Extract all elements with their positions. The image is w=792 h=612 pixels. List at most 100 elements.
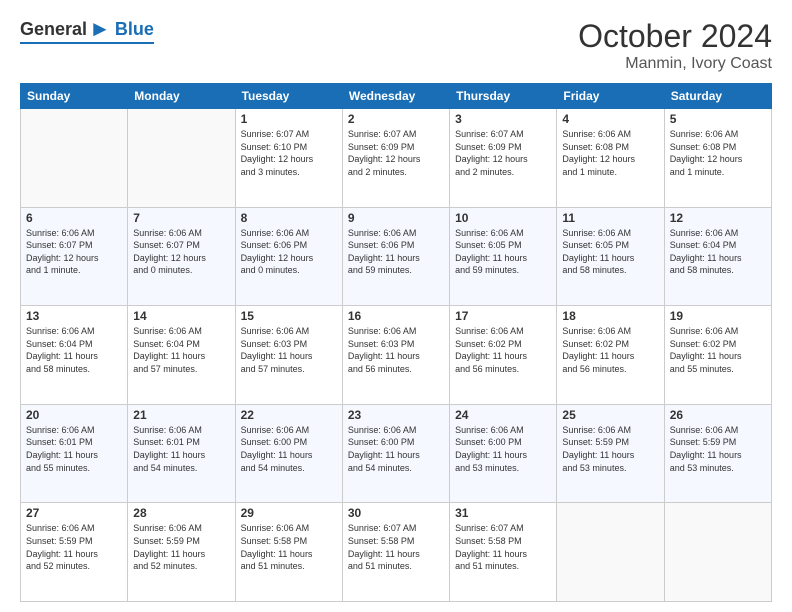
day-info-26: Sunrise: 6:06 AM Sunset: 5:59 PM Dayligh…: [670, 424, 766, 474]
calendar-cell-4-0: 27 Sunrise: 6:06 AM Sunset: 5:59 PM Dayli…: [21, 503, 128, 602]
day-number-11: 11: [562, 211, 658, 225]
day-number-13: 13: [26, 309, 122, 323]
day-info-6: Sunrise: 6:06 AM Sunset: 6:07 PM Dayligh…: [26, 227, 122, 277]
day-info-3: Sunrise: 6:07 AM Sunset: 6:09 PM Dayligh…: [455, 128, 551, 178]
day-info-15: Sunrise: 6:06 AM Sunset: 6:03 PM Dayligh…: [241, 325, 337, 375]
day-info-22: Sunrise: 6:06 AM Sunset: 6:00 PM Dayligh…: [241, 424, 337, 474]
calendar-cell-2-1: 14 Sunrise: 6:06 AM Sunset: 6:04 PM Dayli…: [128, 306, 235, 405]
day-info-14: Sunrise: 6:06 AM Sunset: 6:04 PM Dayligh…: [133, 325, 229, 375]
header-thursday: Thursday: [450, 84, 557, 109]
day-info-23: Sunrise: 6:06 AM Sunset: 6:00 PM Dayligh…: [348, 424, 444, 474]
logo-underline: [20, 42, 154, 44]
day-info-24: Sunrise: 6:06 AM Sunset: 6:00 PM Dayligh…: [455, 424, 551, 474]
day-info-27: Sunrise: 6:06 AM Sunset: 5:59 PM Dayligh…: [26, 522, 122, 572]
week-row-3: 13 Sunrise: 6:06 AM Sunset: 6:04 PM Dayli…: [21, 306, 772, 405]
calendar-cell-1-0: 6 Sunrise: 6:06 AM Sunset: 6:07 PM Daylig…: [21, 207, 128, 306]
day-info-4: Sunrise: 6:06 AM Sunset: 6:08 PM Dayligh…: [562, 128, 658, 178]
day-number-28: 28: [133, 506, 229, 520]
page: General ► Blue October 2024 Manmin, Ivor…: [0, 0, 792, 612]
day-info-28: Sunrise: 6:06 AM Sunset: 5:59 PM Dayligh…: [133, 522, 229, 572]
calendar-cell-0-4: 3 Sunrise: 6:07 AM Sunset: 6:09 PM Daylig…: [450, 109, 557, 208]
day-info-19: Sunrise: 6:06 AM Sunset: 6:02 PM Dayligh…: [670, 325, 766, 375]
day-info-18: Sunrise: 6:06 AM Sunset: 6:02 PM Dayligh…: [562, 325, 658, 375]
header-tuesday: Tuesday: [235, 84, 342, 109]
day-info-25: Sunrise: 6:06 AM Sunset: 5:59 PM Dayligh…: [562, 424, 658, 474]
day-number-15: 15: [241, 309, 337, 323]
day-number-22: 22: [241, 408, 337, 422]
day-number-21: 21: [133, 408, 229, 422]
calendar-cell-1-5: 11 Sunrise: 6:06 AM Sunset: 6:05 PM Dayli…: [557, 207, 664, 306]
calendar-cell-4-1: 28 Sunrise: 6:06 AM Sunset: 5:59 PM Dayli…: [128, 503, 235, 602]
day-number-23: 23: [348, 408, 444, 422]
calendar-cell-2-3: 16 Sunrise: 6:06 AM Sunset: 6:03 PM Dayli…: [342, 306, 449, 405]
day-number-18: 18: [562, 309, 658, 323]
day-number-29: 29: [241, 506, 337, 520]
calendar-cell-2-5: 18 Sunrise: 6:06 AM Sunset: 6:02 PM Dayli…: [557, 306, 664, 405]
calendar-cell-0-1: [128, 109, 235, 208]
title-block: October 2024 Manmin, Ivory Coast: [578, 18, 772, 73]
header-saturday: Saturday: [664, 84, 771, 109]
day-info-12: Sunrise: 6:06 AM Sunset: 6:04 PM Dayligh…: [670, 227, 766, 277]
day-number-7: 7: [133, 211, 229, 225]
day-number-27: 27: [26, 506, 122, 520]
day-number-30: 30: [348, 506, 444, 520]
day-number-16: 16: [348, 309, 444, 323]
day-number-6: 6: [26, 211, 122, 225]
day-number-3: 3: [455, 112, 551, 126]
day-number-26: 26: [670, 408, 766, 422]
day-number-4: 4: [562, 112, 658, 126]
location-text: Manmin, Ivory Coast: [578, 55, 772, 73]
day-info-29: Sunrise: 6:06 AM Sunset: 5:58 PM Dayligh…: [241, 522, 337, 572]
calendar-cell-3-1: 21 Sunrise: 6:06 AM Sunset: 6:01 PM Dayli…: [128, 404, 235, 503]
header: General ► Blue October 2024 Manmin, Ivor…: [20, 18, 772, 73]
day-number-1: 1: [241, 112, 337, 126]
calendar-cell-0-6: 5Sunrise: 6:06 AM Sunset: 6:08 PM Daylig…: [664, 109, 771, 208]
weekday-header-row: Sunday Monday Tuesday Wednesday Thursday…: [21, 84, 772, 109]
calendar-cell-1-3: 9 Sunrise: 6:06 AM Sunset: 6:06 PM Daylig…: [342, 207, 449, 306]
calendar-cell-1-2: 8 Sunrise: 6:06 AM Sunset: 6:06 PM Daylig…: [235, 207, 342, 306]
day-info-30: Sunrise: 6:07 AM Sunset: 5:58 PM Dayligh…: [348, 522, 444, 572]
day-number-12: 12: [670, 211, 766, 225]
day-number-8: 8: [241, 211, 337, 225]
week-row-5: 27 Sunrise: 6:06 AM Sunset: 5:59 PM Dayli…: [21, 503, 772, 602]
calendar-cell-4-2: 29 Sunrise: 6:06 AM Sunset: 5:58 PM Dayli…: [235, 503, 342, 602]
calendar-cell-1-6: 12 Sunrise: 6:06 AM Sunset: 6:04 PM Dayli…: [664, 207, 771, 306]
day-number-24: 24: [455, 408, 551, 422]
calendar-cell-1-4: 10 Sunrise: 6:06 AM Sunset: 6:05 PM Dayli…: [450, 207, 557, 306]
calendar-cell-3-6: 26 Sunrise: 6:06 AM Sunset: 5:59 PM Dayli…: [664, 404, 771, 503]
day-info-13: Sunrise: 6:06 AM Sunset: 6:04 PM Dayligh…: [26, 325, 122, 375]
day-info-11: Sunrise: 6:06 AM Sunset: 6:05 PM Dayligh…: [562, 227, 658, 277]
day-info-8: Sunrise: 6:06 AM Sunset: 6:06 PM Dayligh…: [241, 227, 337, 277]
week-row-1: 1 Sunrise: 6:07 AM Sunset: 6:10 PM Daylig…: [21, 109, 772, 208]
week-row-4: 20 Sunrise: 6:06 AM Sunset: 6:01 PM Dayli…: [21, 404, 772, 503]
day-number-5: 5: [670, 112, 766, 126]
day-info-17: Sunrise: 6:06 AM Sunset: 6:02 PM Dayligh…: [455, 325, 551, 375]
day-info-10: Sunrise: 6:06 AM Sunset: 6:05 PM Dayligh…: [455, 227, 551, 277]
day-number-14: 14: [133, 309, 229, 323]
calendar-cell-2-6: 19Sunrise: 6:06 AM Sunset: 6:02 PM Dayli…: [664, 306, 771, 405]
calendar-table: Sunday Monday Tuesday Wednesday Thursday…: [20, 83, 772, 602]
calendar-cell-4-5: [557, 503, 664, 602]
calendar-cell-3-5: 25 Sunrise: 6:06 AM Sunset: 5:59 PM Dayli…: [557, 404, 664, 503]
day-number-9: 9: [348, 211, 444, 225]
day-number-10: 10: [455, 211, 551, 225]
day-info-20: Sunrise: 6:06 AM Sunset: 6:01 PM Dayligh…: [26, 424, 122, 474]
day-info-1: Sunrise: 6:07 AM Sunset: 6:10 PM Dayligh…: [241, 128, 337, 178]
day-number-17: 17: [455, 309, 551, 323]
calendar-cell-3-0: 20 Sunrise: 6:06 AM Sunset: 6:01 PM Dayli…: [21, 404, 128, 503]
calendar-cell-0-2: 1 Sunrise: 6:07 AM Sunset: 6:10 PM Daylig…: [235, 109, 342, 208]
logo-general-text: General: [20, 19, 87, 40]
header-monday: Monday: [128, 84, 235, 109]
day-number-25: 25: [562, 408, 658, 422]
day-info-21: Sunrise: 6:06 AM Sunset: 6:01 PM Dayligh…: [133, 424, 229, 474]
day-info-9: Sunrise: 6:06 AM Sunset: 6:06 PM Dayligh…: [348, 227, 444, 277]
calendar-cell-0-0: [21, 109, 128, 208]
day-info-2: Sunrise: 6:07 AM Sunset: 6:09 PM Dayligh…: [348, 128, 444, 178]
day-number-20: 20: [26, 408, 122, 422]
calendar-cell-2-4: 17 Sunrise: 6:06 AM Sunset: 6:02 PM Dayli…: [450, 306, 557, 405]
day-info-31: Sunrise: 6:07 AM Sunset: 5:58 PM Dayligh…: [455, 522, 551, 572]
header-wednesday: Wednesday: [342, 84, 449, 109]
day-info-16: Sunrise: 6:06 AM Sunset: 6:03 PM Dayligh…: [348, 325, 444, 375]
calendar-cell-0-5: 4 Sunrise: 6:06 AM Sunset: 6:08 PM Daylig…: [557, 109, 664, 208]
calendar-cell-0-3: 2Sunrise: 6:07 AM Sunset: 6:09 PM Daylig…: [342, 109, 449, 208]
